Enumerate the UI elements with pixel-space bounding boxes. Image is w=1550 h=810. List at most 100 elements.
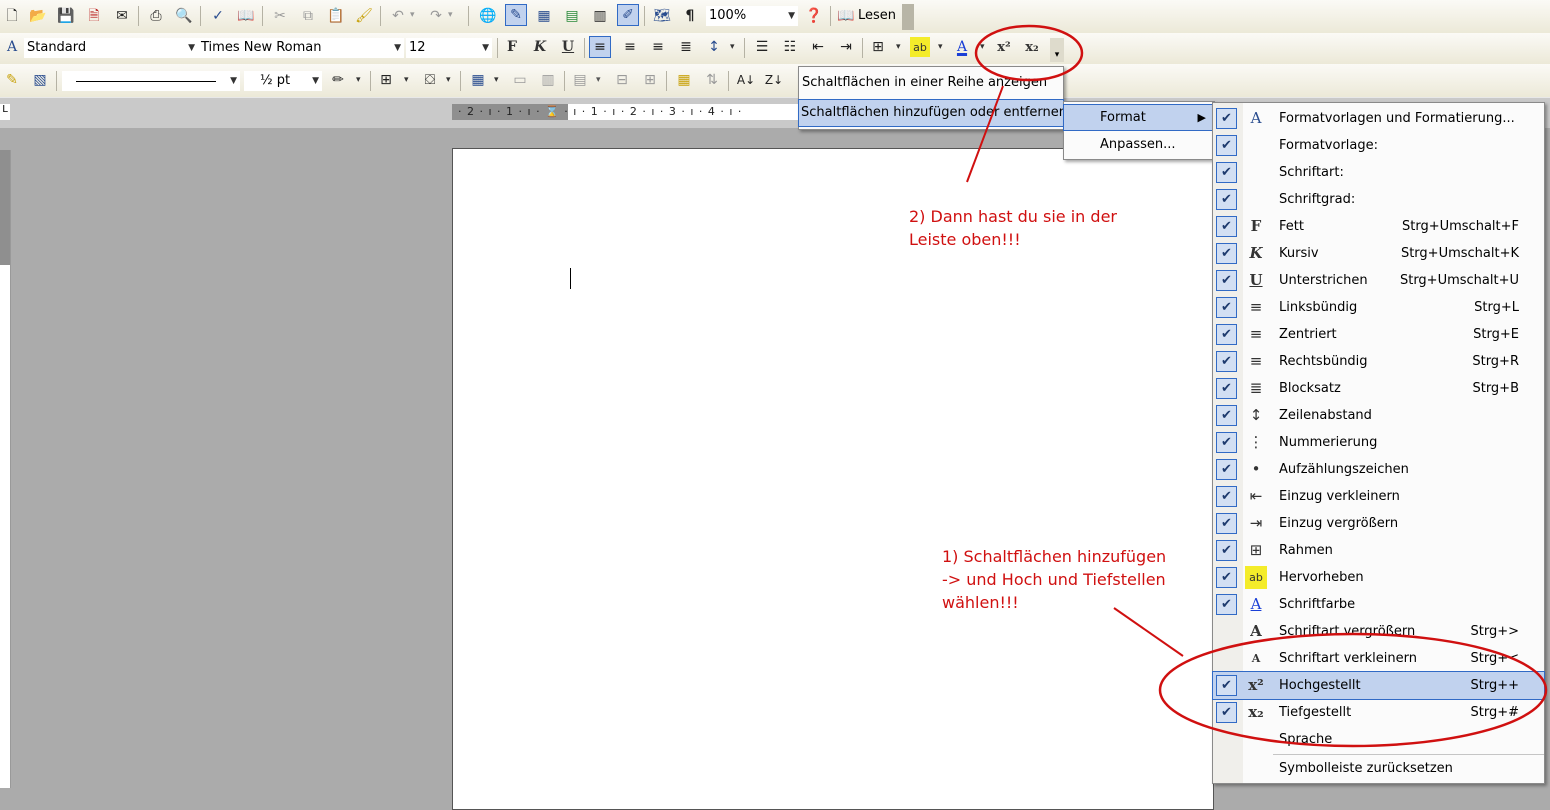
menu-item-tiefgestellt[interactable]: ✔ x₂ Tiefgestellt Strg+#	[1213, 699, 1544, 726]
merge-cells-icon[interactable]: ▭	[510, 70, 530, 90]
redo-icon[interactable]: ↷	[426, 6, 446, 26]
redo-dropdown-icon[interactable]: ▾	[448, 10, 453, 20]
bold-button[interactable]: F	[502, 37, 522, 57]
columns-icon[interactable]: ▥	[590, 6, 610, 26]
format-item[interactable]: Format ▶	[1063, 104, 1215, 131]
insert-table-icon[interactable]: ▦	[534, 6, 554, 26]
menu-item-zeilenabstand[interactable]: ✔ ↕ Zeilenabstand	[1213, 402, 1544, 429]
menu-item-schriftfarbe[interactable]: ✔ A Schriftfarbe	[1213, 591, 1544, 618]
font-size-combo[interactable]: 12 ▼	[406, 38, 492, 58]
align-left-icon[interactable]: ≡	[589, 36, 611, 58]
tables-borders-icon[interactable]: ✎	[505, 4, 527, 26]
increase-indent-icon[interactable]: ⇥	[836, 37, 856, 57]
borders-dropdown-icon[interactable]: ▾	[896, 42, 901, 52]
menu-item-kursiv[interactable]: ✔ K Kursiv Strg+Umschalt+K	[1213, 240, 1544, 267]
outside-border-icon[interactable]: ⊞	[376, 70, 396, 90]
open-folder-icon[interactable]: 📂	[28, 6, 48, 26]
help-icon[interactable]: ❓	[804, 6, 824, 26]
split-cells-icon[interactable]: ▥	[538, 70, 558, 90]
hyperlink-icon[interactable]: 🌐	[478, 6, 498, 26]
align-right-icon[interactable]: ≡	[648, 37, 668, 57]
research-icon[interactable]: 📖	[236, 6, 256, 26]
menu-item-schriftart[interactable]: ✔ Schriftart:	[1213, 159, 1544, 186]
numbering-icon[interactable]: ☰	[752, 37, 772, 57]
drawing-icon[interactable]: ✐	[617, 4, 639, 26]
bullets-icon[interactable]: ☷	[780, 37, 800, 57]
text-direction-icon[interactable]: ⇅	[702, 70, 722, 90]
line-style-combo[interactable]: ▼	[62, 71, 240, 91]
toolbar-options-button[interactable]: ▾	[1050, 38, 1064, 62]
align-cell-icon[interactable]: ▤	[570, 70, 590, 90]
line-spacing-icon[interactable]: ↕	[704, 37, 724, 57]
menu-item-schriftgrad[interactable]: ✔ Schriftgrad:	[1213, 186, 1544, 213]
save-icon[interactable]: 💾	[56, 6, 76, 26]
menu-item-nummerierung[interactable]: ✔ ⋮ Nummerierung	[1213, 429, 1544, 456]
print-preview-icon[interactable]: 🔍	[174, 6, 194, 26]
undo-dropdown-icon[interactable]: ▾	[410, 10, 415, 20]
paste-icon[interactable]: 📋	[326, 6, 346, 26]
add-remove-buttons-item[interactable]: Schaltflächen hinzufügen oder entfernen …	[798, 99, 1076, 127]
menu-item-fett[interactable]: ✔ F Fett Strg+Umschalt+F	[1213, 213, 1544, 240]
border-color-dropdown-icon[interactable]: ▾	[356, 75, 361, 85]
menu-item-sprache[interactable]: Sprache	[1213, 726, 1544, 753]
underline-button[interactable]: U	[558, 37, 578, 57]
new-document-icon[interactable]: 🗋	[2, 6, 22, 26]
menu-item-schriftart-verkleinern[interactable]: A Schriftart verkleinern Strg+<	[1213, 645, 1544, 672]
document-map-icon[interactable]: 🗺	[652, 6, 672, 26]
toolbar-options-button[interactable]	[902, 4, 914, 30]
cut-icon[interactable]: ✂	[270, 6, 290, 26]
superscript-button[interactable]: x²	[994, 37, 1014, 57]
horizontal-ruler[interactable]: · 2 · ı · 1 · ı · ⌛ · ı · 1 · ı · 2 · ı …	[452, 104, 802, 120]
customize-item[interactable]: Anpassen...	[1064, 132, 1214, 157]
show-buttons-one-row-item[interactable]: Schaltflächen in einer Reihe anzeigen	[799, 70, 1063, 95]
italic-button[interactable]: K	[530, 37, 550, 57]
menu-item-formatvorlage[interactable]: ✔ Formatvorlage:	[1213, 132, 1544, 159]
line-weight-combo[interactable]: ½ pt ▼	[244, 71, 322, 91]
menu-item-zentriert[interactable]: ✔ ≡ Zentriert Strg+E	[1213, 321, 1544, 348]
format-painter-icon[interactable]: 🖌	[354, 6, 374, 26]
spelling-icon[interactable]: ✓	[208, 6, 228, 26]
highlight-icon[interactable]: ab	[910, 37, 930, 57]
shading-dropdown-icon[interactable]: ▾	[446, 75, 451, 85]
menu-item-unterstrichen[interactable]: ✔ U Unterstrichen Strg+Umschalt+U	[1213, 267, 1544, 294]
draw-table-icon[interactable]: ✎	[2, 70, 22, 90]
font-combo[interactable]: Times New Roman ▼	[198, 38, 404, 58]
decrease-indent-icon[interactable]: ⇤	[808, 37, 828, 57]
shading-color-icon[interactable]: ⛋	[420, 70, 440, 90]
sort-ascending-icon[interactable]: A↓	[736, 70, 756, 90]
menu-item-einzug-vergrößern[interactable]: ✔ ⇥ Einzug vergrößern	[1213, 510, 1544, 537]
distribute-rows-icon[interactable]: ⊟	[612, 70, 632, 90]
insert-excel-icon[interactable]: ▤	[562, 6, 582, 26]
print-icon[interactable]: ⎙	[146, 6, 166, 26]
justify-icon[interactable]: ≣	[676, 37, 696, 57]
align-center-icon[interactable]: ≡	[620, 37, 640, 57]
menu-item-hochgestellt[interactable]: ✔ x² Hochgestellt Strg++	[1212, 671, 1545, 700]
highlight-dropdown-icon[interactable]: ▾	[938, 42, 943, 52]
eraser-icon[interactable]: ▧	[30, 70, 50, 90]
styles-formatting-icon[interactable]: A	[2, 37, 22, 57]
menu-item-rahmen[interactable]: ✔ ⊞ Rahmen	[1213, 537, 1544, 564]
autoformat-icon[interactable]: ▦	[674, 70, 694, 90]
border-color-icon[interactable]: ✏	[328, 70, 348, 90]
undo-icon[interactable]: ↶	[388, 6, 408, 26]
tab-selector[interactable]: L	[0, 104, 10, 120]
distribute-columns-icon[interactable]: ⊞	[640, 70, 660, 90]
menu-item-linksbündig[interactable]: ✔ ≡ Linksbündig Strg+L	[1213, 294, 1544, 321]
copy-icon[interactable]: ⧉	[298, 6, 318, 26]
align-cell-dropdown-icon[interactable]: ▾	[596, 75, 601, 85]
menu-item-schriftart-vergrößern[interactable]: A Schriftart vergrößern Strg+>	[1213, 618, 1544, 645]
sort-descending-icon[interactable]: Z↓	[764, 70, 784, 90]
borders-icon[interactable]: ⊞	[868, 37, 888, 57]
style-combo[interactable]: Standard ▼	[24, 38, 198, 58]
menu-item-rechtsbündig[interactable]: ✔ ≡ Rechtsbündig Strg+R	[1213, 348, 1544, 375]
menu-item-einzug-verkleinern[interactable]: ✔ ⇤ Einzug verkleinern	[1213, 483, 1544, 510]
subscript-button[interactable]: x₂	[1022, 37, 1042, 57]
menu-item-blocksatz[interactable]: ✔ ≣ Blocksatz Strg+B	[1213, 375, 1544, 402]
menu-item-hervorheben[interactable]: ✔ ab Hervorheben	[1213, 564, 1544, 591]
reset-toolbar-item[interactable]: Symbolleiste zurücksetzen	[1213, 755, 1544, 782]
email-icon[interactable]: ✉	[112, 6, 132, 26]
insert-table-dropdown-icon[interactable]: ▾	[494, 75, 499, 85]
insert-table-icon[interactable]: ▦	[468, 70, 488, 90]
menu-item-aufzählungszeichen[interactable]: ✔ • Aufzählungszeichen	[1213, 456, 1544, 483]
menu-item-formatvorlagen-und-formatierung[interactable]: ✔ A Formatvorlagen und Formatierung...	[1213, 105, 1544, 132]
